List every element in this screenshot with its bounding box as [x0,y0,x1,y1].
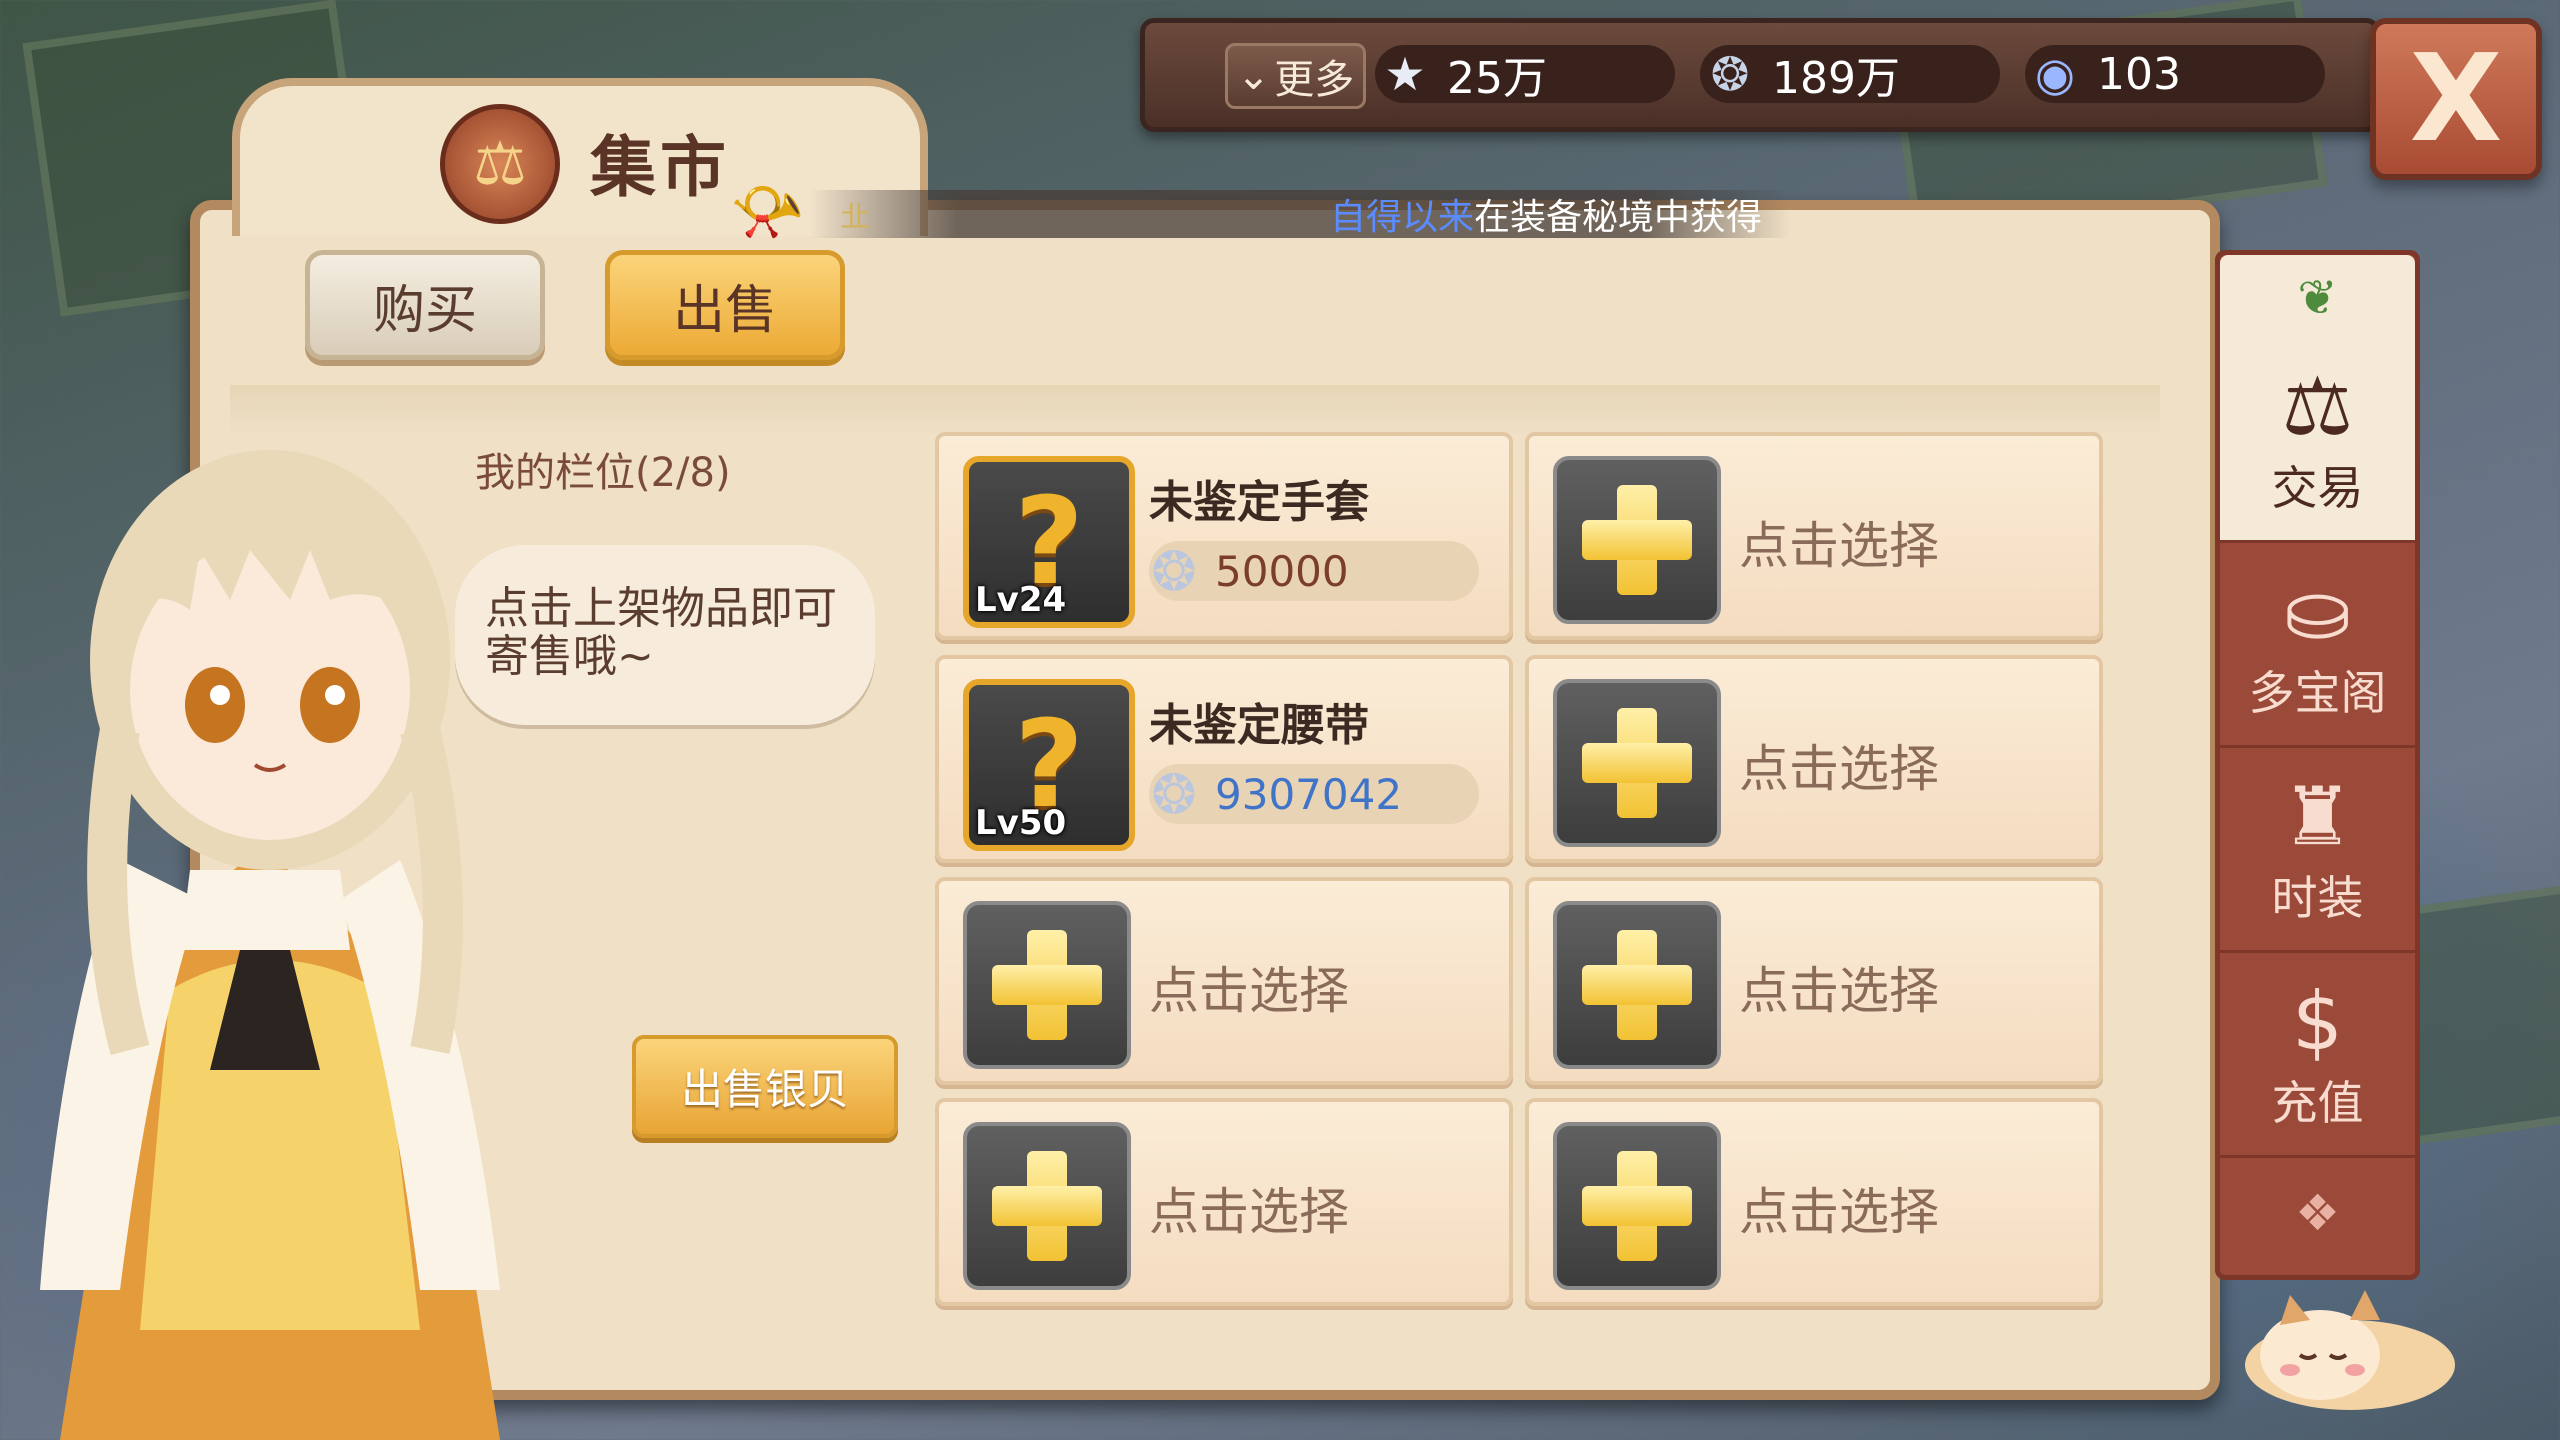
side-navigation: ❦ ⚖ 交易 ⛀ 多宝阁 ♜ 时装 $ 充值 ❖ [2215,250,2420,1280]
tab-recharge-label: 充值 [2271,1076,2364,1130]
tab-recharge[interactable]: $ 充值 [2220,955,2415,1158]
item-icon-belt: ? Lv50 [963,679,1135,851]
add-slot-button[interactable] [963,901,1131,1069]
empty-slot-label: 点击选择 [1739,740,1939,798]
empty-slot-label: 点击选择 [1739,517,1939,575]
listing-slot-3[interactable]: ? Lv50 未鉴定腰带 ❂ 9307042 [935,655,1513,863]
scales-emblem-icon: ⚖ [440,104,560,224]
currency-shell-value: 189万 [1772,53,1900,104]
plus-icon [1582,485,1692,595]
item-price: 9307042 [1215,769,1403,819]
item-level: Lv24 [975,580,1067,620]
sleeping-pet-mascot [2245,1290,2455,1410]
currency-star-value: 25万 [1447,53,1547,104]
scales-icon: ⚖ [2281,360,2354,453]
tab-buy[interactable]: 购买 [305,250,545,360]
empty-slot-5[interactable]: 点击选择 [935,877,1513,1085]
npc-speech-bubble: 点击上架物品即可寄售哦~ [455,545,875,725]
empty-slot-label: 点击选择 [1739,1183,1939,1241]
empty-slot-2[interactable]: 点击选择 [1525,432,2103,640]
currency-star: ★ 25万 [1375,45,1675,104]
plus-icon [992,1151,1102,1261]
ticker-highlight: 自得以来 [1330,197,1475,238]
currency-bar: ⌄ 更多 ★ 25万 ❂ 189万 ◉ 103 [1140,18,2380,132]
more-label: 更多 [1274,57,1355,103]
crystal-icon: ◉ [2034,47,2076,101]
plus-icon [1582,930,1692,1040]
empty-slot-7[interactable]: 点击选择 [935,1098,1513,1306]
add-slot-button[interactable] [1553,679,1721,847]
empty-slot-label: 点击选择 [1149,1183,1349,1241]
item-name: 未鉴定腰带 [1149,700,1369,751]
chevron-down-icon: ⌄ [1236,53,1271,99]
tab-fashion-label: 时装 [2271,871,2364,925]
shell-icon: ❂ [1151,762,1197,826]
plus-icon [992,930,1102,1040]
close-button[interactable]: X [2370,18,2542,180]
currency-shell: ❂ 189万 [1700,45,2000,104]
divider [230,385,2160,435]
tab-treasure-pavilion[interactable]: ⛀ 多宝阁 [2220,545,2415,748]
side-deco-bottom: ❖ [2220,1160,2415,1265]
add-slot-button[interactable] [963,1122,1131,1290]
item-price-box: ❂ 50000 [1149,540,1479,603]
ribbon-ornament-icon: ❦ [2297,269,2338,326]
add-slot-button[interactable] [1553,901,1721,1069]
add-slot-button[interactable] [1553,1122,1721,1290]
ornament-icon: ❖ [2295,1183,2340,1242]
coat-icon: ♜ [2281,770,2354,863]
ticker-text: 在装备秘境中获得 [1474,197,1763,238]
dollar-icon: $ [2292,975,2343,1068]
tab-trade-label: 交易 [2271,461,2364,515]
empty-slot-8[interactable]: 点击选择 [1525,1098,2103,1306]
currency-crystal: ◉ 103 [2025,45,2325,103]
side-deco-top: ❦ [2220,255,2415,343]
item-icon-gloves: ? Lv24 [963,456,1135,628]
tab-treasure-label: 多宝阁 [2248,666,2387,720]
currency-crystal-value: 103 [2097,48,2181,100]
tab-fashion[interactable]: ♜ 时装 [2220,750,2415,953]
more-button[interactable]: ⌄ 更多 [1225,43,1366,109]
plus-icon [1582,1151,1692,1261]
close-icon: X [2409,29,2503,169]
item-level: Lv50 [975,803,1067,843]
empty-slot-6[interactable]: 点击选择 [1525,877,2103,1085]
item-name: 未鉴定手套 [1149,477,1369,528]
add-slot-button[interactable] [1553,456,1721,624]
announcement-ticker: 㐀 自得以来 在装备秘境中获得 [810,190,1790,238]
tab-trade[interactable]: ⚖ 交易 [2220,340,2415,543]
plus-icon [1582,708,1692,818]
empty-slot-4[interactable]: 点击选择 [1525,655,2103,863]
shell-icon: ❂ [1710,47,1750,101]
tab-sell[interactable]: 出售 [605,250,845,360]
page-title: 集市 [590,129,730,206]
empty-slot-label: 点击选择 [1739,962,1939,1020]
listing-slot-1[interactable]: ? Lv24 未鉴定手套 ❂ 50000 [935,432,1513,640]
shell-icon: ❂ [1151,539,1197,603]
star-icon: ★ [1384,47,1426,101]
ticker-icon-text: 㐀 [840,200,870,235]
item-price-box: ❂ 9307042 [1149,763,1479,826]
empty-slot-label: 点击选择 [1149,962,1349,1020]
treasure-chest-icon: ⛀ [2283,565,2352,658]
item-price: 50000 [1215,546,1349,596]
announcement-horn-icon: 📯 [730,177,805,247]
sell-silver-button[interactable]: 出售银贝 [632,1035,898,1138]
